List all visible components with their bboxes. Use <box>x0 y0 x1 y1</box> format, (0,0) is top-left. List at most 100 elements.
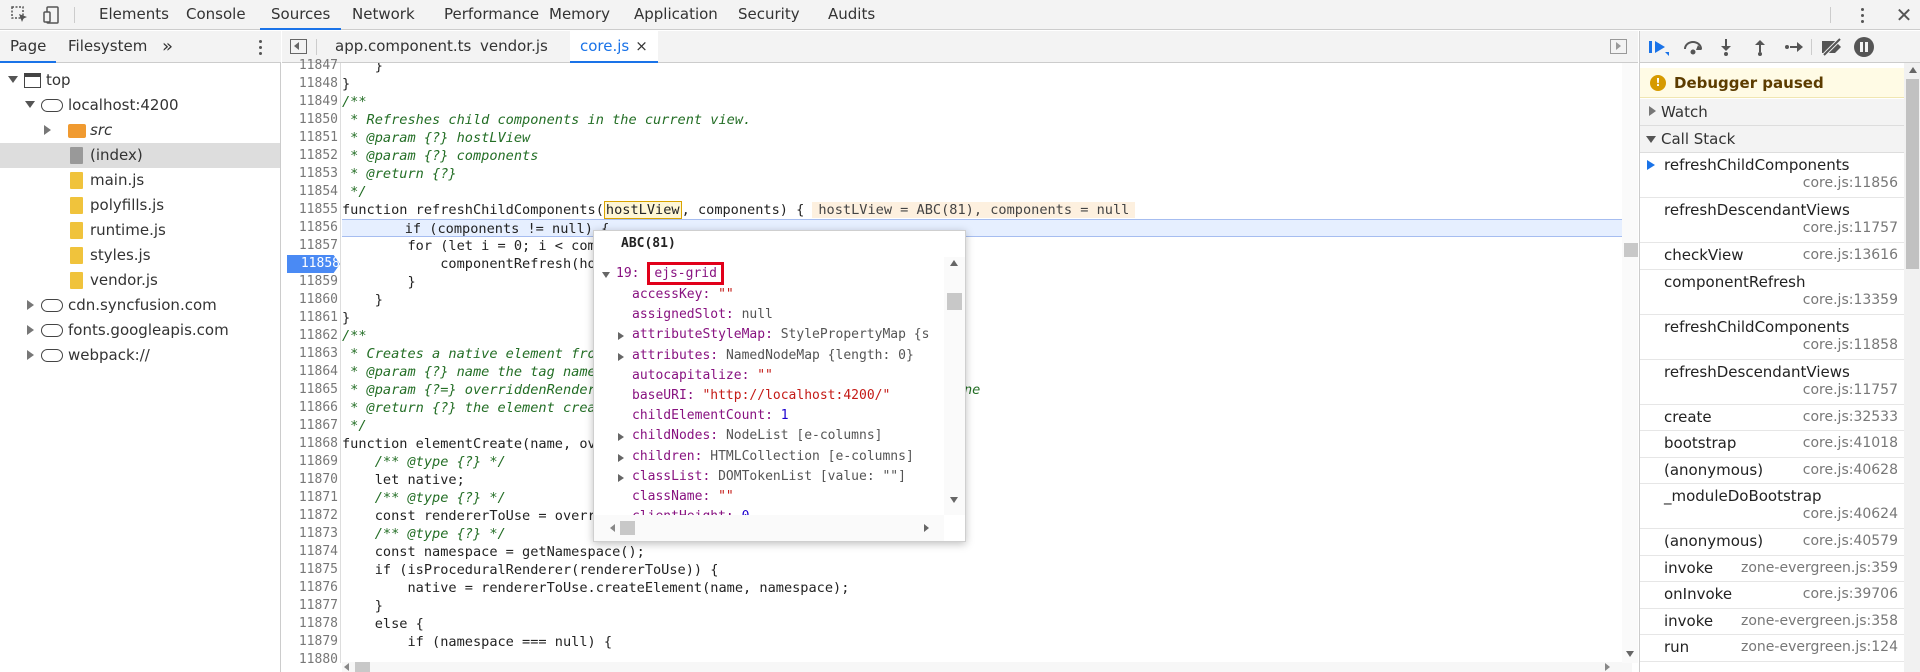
line-number[interactable]: 11877 <box>282 597 338 615</box>
call-frame[interactable]: refreshDescendantViews core.js:11757 <box>1640 360 1904 405</box>
line-number[interactable]: 11876 <box>282 579 338 597</box>
tree-item-webpack[interactable]: webpack:// <box>0 343 280 368</box>
line-number[interactable]: 11861 <box>282 309 338 327</box>
property-row[interactable]: children: HTMLCollection [e-columns] <box>602 447 914 467</box>
line-number[interactable]: 11847 <box>282 57 338 75</box>
tree-item-src[interactable]: src <box>0 118 280 143</box>
tab-security[interactable]: Security <box>727 0 811 30</box>
collapsed-arrow-icon[interactable] <box>27 325 34 335</box>
tab-network[interactable]: Network <box>341 0 426 30</box>
call-frame[interactable]: create core.js:32533 <box>1640 405 1904 431</box>
property-row[interactable]: clientHeight: 0 <box>602 507 749 515</box>
expand-arrow-icon[interactable] <box>618 352 624 361</box>
breakpoint-marker[interactable]: 11858 <box>287 255 340 273</box>
tree-item-localhost-4200[interactable]: localhost:4200 <box>0 93 280 118</box>
tree-item-fonts-googleapis-com[interactable]: fonts.googleapis.com <box>0 318 280 343</box>
toggle-debugger-icon[interactable] <box>1610 39 1627 54</box>
editor-tab-vendor-js[interactable]: vendor.js <box>470 31 558 63</box>
line-number[interactable]: 11868 <box>282 435 338 453</box>
expanded-arrow-icon[interactable] <box>25 101 35 108</box>
call-frame[interactable]: invoke zone-evergreen.js:359 <box>1640 556 1904 582</box>
property-row[interactable]: classList: DOMTokenList [value: ""] <box>602 467 906 487</box>
deactivate-breakpoints-icon[interactable] <box>1820 37 1844 57</box>
tree-item-vendor-js[interactable]: vendor.js <box>0 268 280 293</box>
line-number[interactable]: 11865 <box>282 381 338 399</box>
line-number[interactable]: 11880 <box>282 651 338 669</box>
tree-item-polyfills-js[interactable]: polyfills.js <box>0 193 280 218</box>
line-number[interactable]: 11852 <box>282 147 338 165</box>
line-number[interactable]: 11857 <box>282 237 338 255</box>
tree-item-cdn-syncfusion-com[interactable]: cdn.syncfusion.com <box>0 293 280 318</box>
expanded-arrow-icon[interactable] <box>8 76 18 83</box>
line-number[interactable]: 11856 <box>282 219 338 237</box>
step-over-icon[interactable] <box>1682 38 1704 56</box>
expand-arrow-icon[interactable] <box>618 433 624 442</box>
hovered-token[interactable]: hostLView <box>603 201 682 219</box>
step-out-icon[interactable] <box>1752 38 1768 56</box>
sidebar-scrollbar[interactable] <box>1904 63 1920 672</box>
horizontal-scrollbar[interactable] <box>342 662 1632 672</box>
property-row[interactable]: attributeStyleMap: StylePropertyMap {s <box>602 325 929 345</box>
expand-arrow-icon[interactable] <box>618 332 624 341</box>
resume-icon[interactable] <box>1648 38 1670 56</box>
line-number[interactable]: 11870 <box>282 471 338 489</box>
call-frame[interactable]: checkView core.js:13616 <box>1640 243 1904 270</box>
line-number[interactable]: 11874 <box>282 543 338 561</box>
line-number[interactable]: 11860 <box>282 291 338 309</box>
tab-filesystem[interactable]: Filesystem <box>58 31 157 63</box>
line-number[interactable]: 11871 <box>282 489 338 507</box>
line-number[interactable]: 11855 <box>282 201 338 219</box>
line-number[interactable]: 11862 <box>282 327 338 345</box>
property-row[interactable]: assignedSlot: null <box>602 305 773 325</box>
expand-arrow-icon[interactable] <box>618 473 624 482</box>
tab-performance[interactable]: Performance <box>433 0 550 30</box>
inspect-element-icon[interactable] <box>10 5 30 25</box>
line-number[interactable]: 11848 <box>282 75 338 93</box>
property-row[interactable]: accessKey: "" <box>602 285 734 305</box>
call-frame[interactable]: invoke zone-evergreen.js:358 <box>1640 609 1904 635</box>
line-number[interactable]: 11859 <box>282 273 338 291</box>
call-frame[interactable]: refreshChildComponents core.js:11856 <box>1640 153 1904 198</box>
tab-memory[interactable]: Memory <box>538 0 621 30</box>
tab-page[interactable]: Page <box>0 31 57 63</box>
object-preview-popover[interactable]: ABC(81) · · 19: ejs-grid accessKey: ""as… <box>593 230 966 542</box>
tree-item-runtime-js[interactable]: runtime.js <box>0 218 280 243</box>
navigator-menu-icon[interactable] <box>258 40 264 56</box>
tab-elements[interactable]: Elements <box>88 0 180 30</box>
popover-hscrollbar[interactable] <box>594 515 944 541</box>
line-number[interactable]: 11864 <box>282 363 338 381</box>
call-frame[interactable]: (anonymous) core.js:40579 <box>1640 529 1904 556</box>
vertical-scrollbar[interactable] <box>1622 63 1638 663</box>
tree-item-top[interactable]: top <box>0 68 280 93</box>
property-row[interactable]: baseURI: "http://localhost:4200/" <box>602 386 890 406</box>
call-frame[interactable]: refreshChildComponents core.js:11858 <box>1640 315 1904 360</box>
code-area[interactable]: }} /** * Refreshes child components in th… <box>342 63 1622 663</box>
tab-sources[interactable]: Sources <box>260 0 342 30</box>
editor-tab-core-js[interactable]: core.js × <box>570 31 658 63</box>
call-frame[interactable]: refreshDescendantViews core.js:11757 <box>1640 198 1904 243</box>
line-number[interactable]: 11851 <box>282 129 338 147</box>
line-number[interactable]: 11863 <box>282 345 338 363</box>
line-number[interactable]: 11850 <box>282 111 338 129</box>
line-number[interactable]: 11867 <box>282 417 338 435</box>
tab-audits[interactable]: Audits <box>817 0 886 30</box>
line-number[interactable]: 11853 <box>282 165 338 183</box>
pause-on-exceptions-icon[interactable] <box>1854 37 1874 57</box>
line-number[interactable]: 11849 <box>282 93 338 111</box>
line-number[interactable]: 11879 <box>282 633 338 651</box>
line-number[interactable]: 11875 <box>282 561 338 579</box>
tree-item-main-js[interactable]: main.js <box>0 168 280 193</box>
collapsed-arrow-icon[interactable] <box>44 125 51 135</box>
call-frame[interactable]: onInvoke core.js:39706 <box>1640 582 1904 609</box>
step-into-icon[interactable] <box>1718 38 1734 56</box>
callstack-section-header[interactable]: Call Stack <box>1640 126 1904 153</box>
line-number[interactable]: 11872 <box>282 507 338 525</box>
line-number[interactable]: 11873 <box>282 525 338 543</box>
property-row[interactable]: attributes: NamedNodeMap {length: 0} <box>602 346 914 366</box>
line-number[interactable]: 11869 <box>282 453 338 471</box>
more-options-icon[interactable] <box>1860 7 1866 23</box>
expand-arrow-icon[interactable] <box>602 272 610 278</box>
step-icon[interactable] <box>1784 38 1804 56</box>
toggle-navigator-icon[interactable] <box>290 39 307 54</box>
call-frame[interactable]: bootstrap core.js:41018 <box>1640 431 1904 458</box>
